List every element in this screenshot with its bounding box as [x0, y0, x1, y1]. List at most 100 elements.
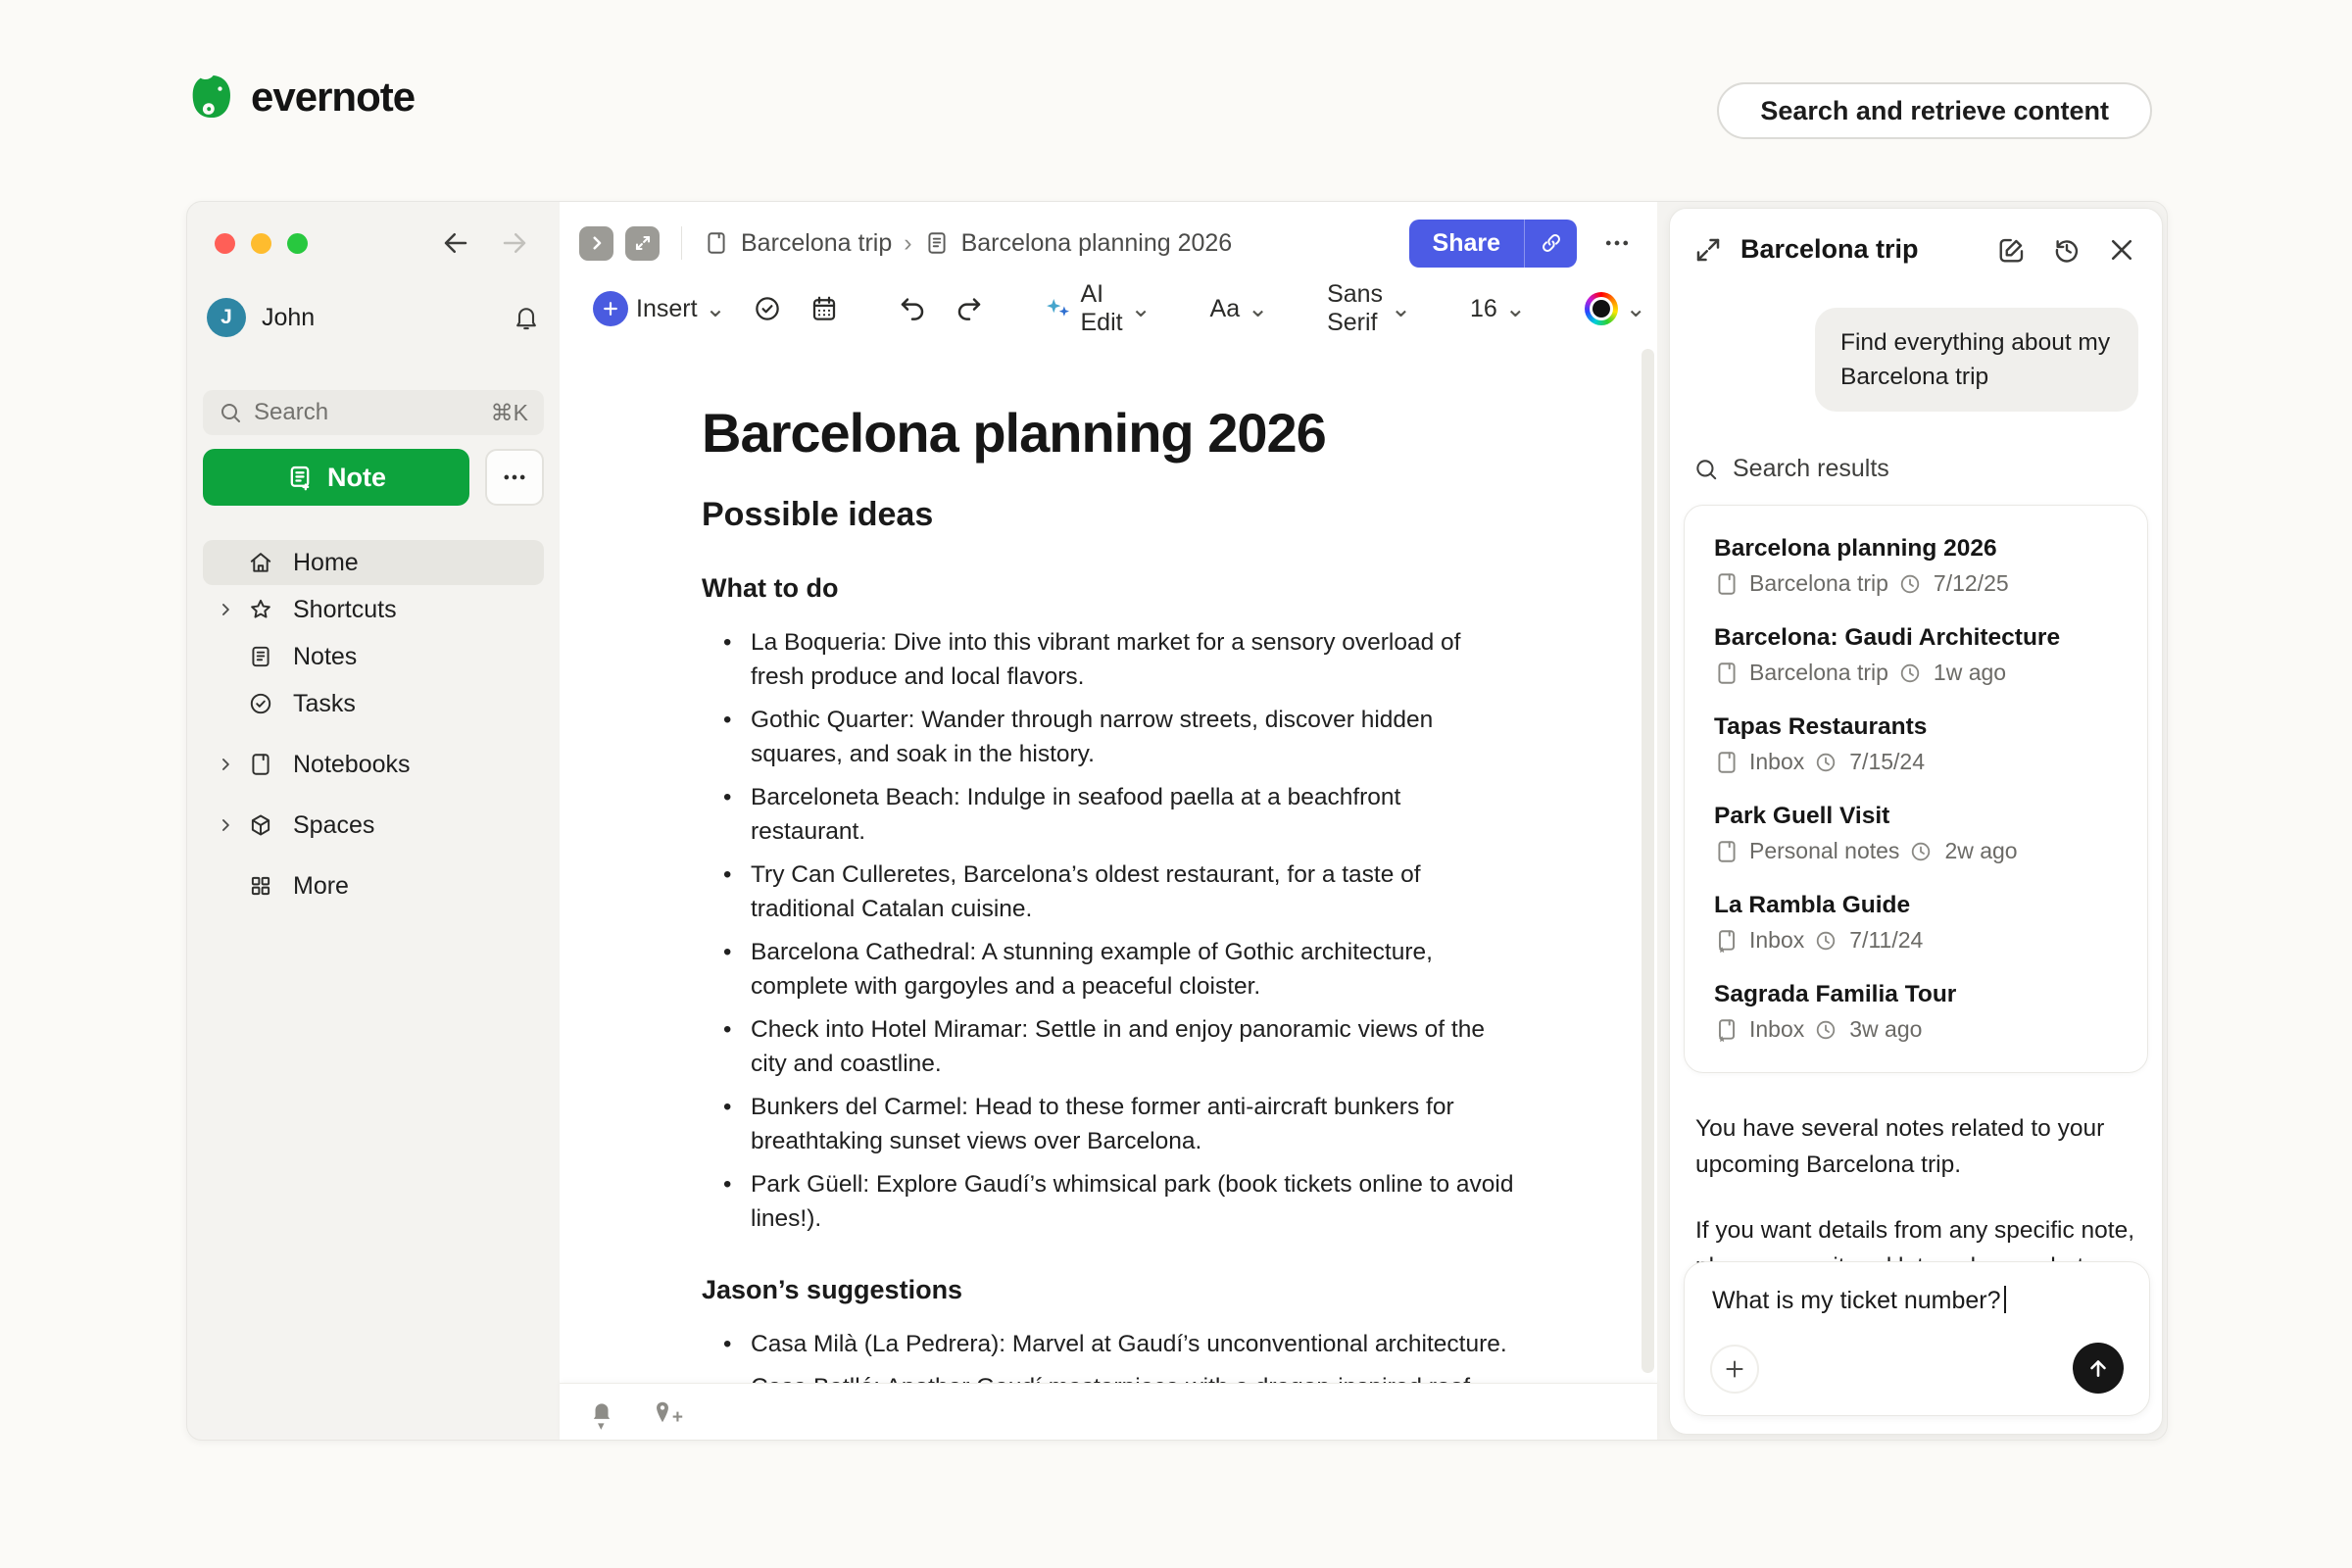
- note-plus-icon: [286, 464, 314, 491]
- result-title: Tapas Restaurants: [1714, 713, 2118, 741]
- attach-plus-button[interactable]: [1710, 1345, 1759, 1394]
- new-chat-edit-icon[interactable]: [1997, 235, 2027, 265]
- minimize-window-button[interactable]: [251, 233, 271, 254]
- editor-scrollbar[interactable]: [1642, 349, 1654, 1373]
- app-window: J John Search ⌘K Note HomeShor: [186, 201, 2168, 1441]
- expand-note-icon[interactable]: [625, 226, 660, 261]
- sidebar-item-label: Home: [293, 549, 359, 577]
- search-shortcut: ⌘K: [491, 400, 528, 426]
- pin-add-icon[interactable]: +: [650, 1399, 675, 1425]
- note-bullet-list: La Boqueria: Dive into this vibrant mark…: [702, 625, 1515, 1236]
- chat-input[interactable]: What is my ticket number?: [1684, 1261, 2150, 1416]
- note-bullet: Gothic Quarter: Wander through narrow st…: [702, 703, 1515, 771]
- note-bullet: La Boqueria: Dive into this vibrant mark…: [702, 625, 1515, 694]
- sidebar-item-spaces[interactable]: Spaces: [203, 803, 544, 848]
- chevron-down-icon: ⌄: [1131, 294, 1152, 323]
- result-meta: Barcelona trip1w ago: [1714, 660, 2118, 686]
- color-wheel-icon: [1585, 292, 1618, 325]
- grid-icon: [246, 873, 275, 899]
- note-title[interactable]: Barcelona planning 2026: [702, 402, 1515, 465]
- notebook-icon: [1714, 750, 1740, 775]
- chevron-right-icon[interactable]: [213, 815, 238, 835]
- expand-panel-icon[interactable]: [1693, 235, 1723, 265]
- notifications-bell-icon[interactable]: [513, 304, 540, 331]
- sidebar-item-notes[interactable]: Notes: [203, 634, 544, 679]
- nav-back-icon[interactable]: [440, 227, 471, 259]
- result-notebook: Inbox: [1749, 749, 1804, 775]
- insert-task-icon[interactable]: [743, 286, 792, 331]
- note-bullet: Bunkers del Carmel: Head to these former…: [702, 1090, 1515, 1158]
- breadcrumb-notebook[interactable]: Barcelona trip: [741, 229, 892, 258]
- sidebar-nav: Home ShortcutsNotes Tasks Notebooks Spaces Mo…: [203, 540, 544, 910]
- assistant-title: Barcelona trip: [1740, 234, 1997, 265]
- insert-button[interactable]: Insert ⌄: [583, 283, 735, 334]
- collapse-sidebar-icon[interactable]: [579, 226, 613, 261]
- editor-header: Barcelona trip › Barcelona planning 2026…: [560, 208, 1657, 278]
- history-icon[interactable]: [2052, 235, 2082, 265]
- note-heading: Possible ideas: [702, 496, 1515, 534]
- copy-link-icon[interactable]: [1524, 220, 1577, 268]
- search-retrieve-button[interactable]: Search and retrieve content: [1717, 82, 2152, 139]
- search-results-card: Barcelona planning 2026Barcelona trip7/1…: [1684, 505, 2148, 1073]
- search-result-item[interactable]: Barcelona: Gaudi ArchitectureBarcelona t…: [1685, 611, 2147, 700]
- font-color-button[interactable]: ⌄: [1575, 284, 1656, 333]
- zoom-window-button[interactable]: [287, 233, 308, 254]
- search-result-item[interactable]: Sagrada Familia TourInbox3w ago: [1685, 967, 2147, 1056]
- text-style-button[interactable]: Aa ⌄: [1200, 286, 1279, 331]
- font-size-select[interactable]: 16 ⌄: [1460, 286, 1536, 331]
- user-row[interactable]: J John: [207, 298, 540, 337]
- note-options-icon[interactable]: [1602, 228, 1632, 258]
- sidebar-item-notebooks[interactable]: Notebooks: [203, 742, 544, 787]
- reminder-bell-icon[interactable]: ▾: [589, 1399, 614, 1425]
- avatar[interactable]: J: [207, 298, 246, 337]
- sidebar-item-shortcuts[interactable]: Shortcuts: [203, 587, 544, 632]
- note-body[interactable]: Barcelona planning 2026 Possible ideas W…: [560, 339, 1657, 1383]
- notebook-icon: [704, 230, 729, 256]
- breadcrumb-note[interactable]: Barcelona planning 2026: [961, 229, 1233, 258]
- search-results-label: Search results: [1670, 412, 2162, 483]
- sidebar-item-more[interactable]: More: [203, 863, 544, 908]
- chevron-right-icon[interactable]: [213, 600, 238, 619]
- sidebar-item-home[interactable]: Home: [203, 540, 544, 585]
- note-subheading: What to do: [702, 573, 1515, 604]
- clock-icon: [1814, 751, 1838, 774]
- share-button[interactable]: Share: [1409, 220, 1577, 268]
- editor: Barcelona trip › Barcelona planning 2026…: [560, 202, 1657, 1440]
- chevron-right-icon[interactable]: [213, 755, 238, 774]
- sidebar-search-input[interactable]: Search ⌘K: [203, 390, 544, 435]
- insert-calendar-icon[interactable]: [800, 286, 849, 331]
- result-notebook: Personal notes: [1749, 838, 1899, 864]
- search-result-item[interactable]: La Rambla GuideInbox7/11/24: [1685, 878, 2147, 967]
- send-button[interactable]: [2073, 1343, 2124, 1394]
- note-more-button[interactable]: [485, 449, 544, 506]
- nav-forward-icon[interactable]: [499, 227, 530, 259]
- undo-icon[interactable]: [888, 286, 937, 331]
- close-panel-icon[interactable]: [2107, 235, 2136, 265]
- sidebar: J John Search ⌘K Note HomeShor: [187, 202, 560, 1440]
- result-meta: Inbox7/11/24: [1714, 927, 2118, 954]
- plus-icon: [593, 291, 628, 326]
- ai-edit-button[interactable]: AI Edit ⌄: [1033, 272, 1160, 345]
- editor-footer: ▾ +: [560, 1383, 1657, 1440]
- search-result-item[interactable]: Barcelona planning 2026Barcelona trip7/1…: [1685, 521, 2147, 611]
- result-notebook: Inbox: [1749, 927, 1804, 954]
- result-notebook: Inbox: [1749, 1016, 1804, 1043]
- note-bullet-list: Casa Milà (La Pedrera): Marvel at Gaudí’…: [702, 1327, 1515, 1383]
- chevron-down-icon: ⌄: [1626, 294, 1646, 323]
- search-result-item[interactable]: Tapas RestaurantsInbox7/15/24: [1685, 700, 2147, 789]
- window-controls[interactable]: [215, 233, 308, 254]
- cube-icon: [246, 812, 275, 838]
- user-chat-bubble: Find everything about my Barcelona trip: [1815, 308, 2138, 412]
- sidebar-item-tasks[interactable]: Tasks: [203, 681, 544, 726]
- notebook-icon: [1714, 661, 1740, 686]
- chevron-down-icon: ⌄: [706, 294, 726, 323]
- search-result-item[interactable]: Park Guell VisitPersonal notes2w ago: [1685, 789, 2147, 878]
- user-name: John: [262, 304, 513, 332]
- result-date: 2w ago: [1944, 838, 2017, 864]
- sidebar-item-label: Tasks: [293, 690, 356, 718]
- new-note-button[interactable]: Note: [203, 449, 469, 506]
- font-family-select[interactable]: Sans Serif ⌄: [1317, 272, 1421, 345]
- redo-icon[interactable]: [945, 286, 994, 331]
- close-window-button[interactable]: [215, 233, 235, 254]
- note-bullet: Park Güell: Explore Gaudí’s whimsical pa…: [702, 1167, 1515, 1236]
